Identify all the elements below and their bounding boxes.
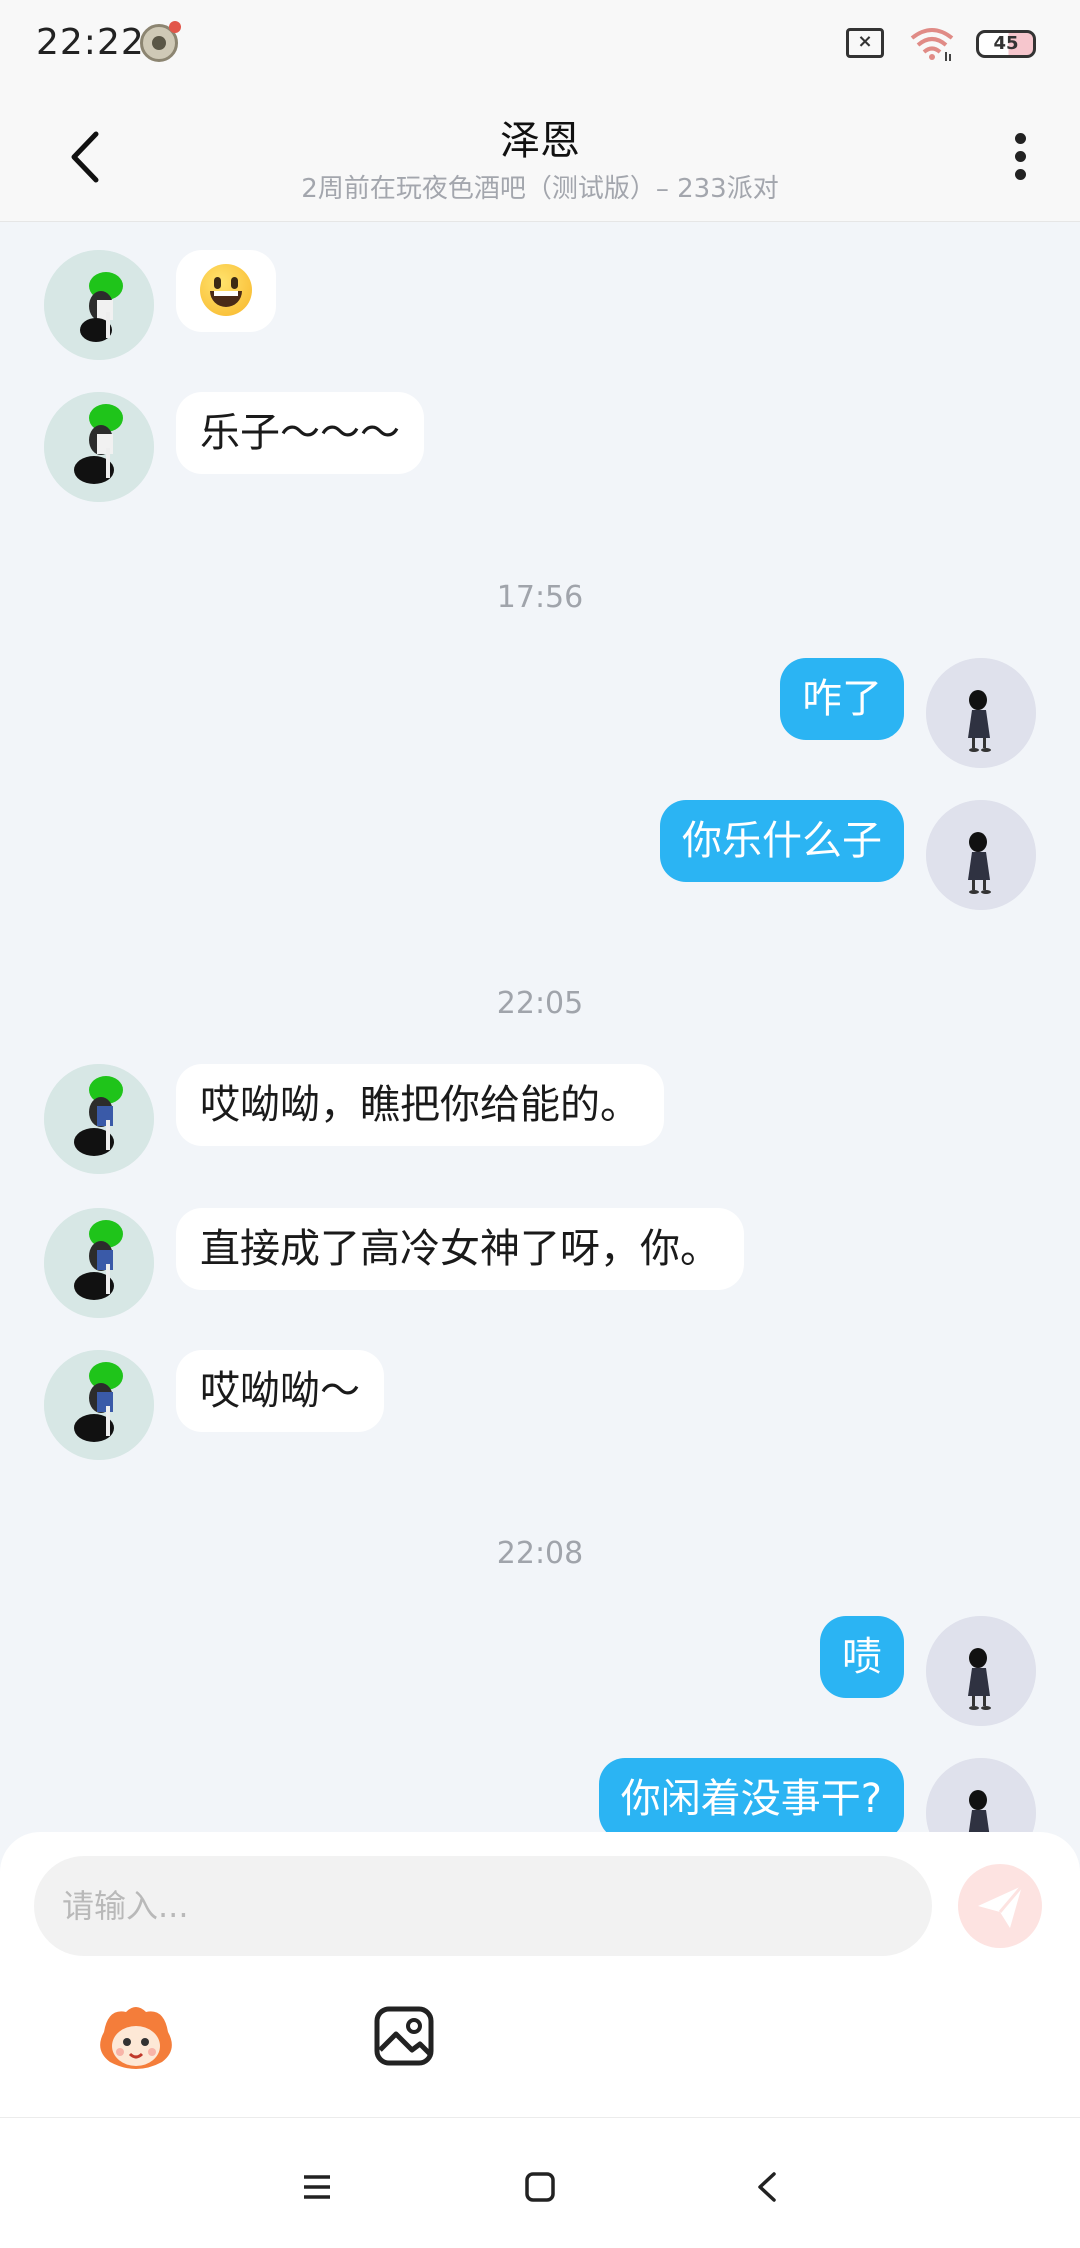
message-bubble[interactable]: 乐子～～～ — [176, 392, 424, 474]
user-avatar[interactable] — [926, 1758, 1036, 1832]
contact-name[interactable]: 泽恩 — [0, 108, 1080, 166]
dot-icon — [1014, 133, 1026, 144]
dot-icon — [1014, 151, 1026, 162]
green-hair-character-icon — [44, 392, 154, 502]
app-notification-icon — [140, 21, 181, 62]
contact-status: 2周前在玩夜色酒吧（测试版）– 233派对 — [301, 174, 779, 204]
message-row-incoming: 哎呦呦，瞧把你给能的。 — [0, 1064, 1080, 1174]
image-icon — [374, 2006, 434, 2066]
home-icon[interactable] — [515, 2162, 565, 2212]
menu-icon[interactable] — [292, 2162, 342, 2212]
mascot-emoji-icon — [100, 2007, 172, 2069]
message-bubble[interactable]: 啧 — [820, 1616, 904, 1698]
green-hair-character-icon — [44, 1064, 154, 1174]
contact-avatar[interactable] — [44, 1064, 154, 1174]
dark-hair-character-icon — [926, 1616, 1036, 1726]
contact-avatar[interactable] — [44, 392, 154, 502]
chat-header: 泽恩 2周前在玩夜色酒吧（测试版）– 233派对 — [0, 90, 1080, 222]
message-timestamp: 17:56 — [496, 580, 584, 615]
contact-avatar[interactable] — [44, 250, 154, 360]
wifi-icon — [910, 28, 954, 61]
user-avatar[interactable] — [926, 658, 1036, 768]
message-row-incoming: 直接成了高冷女神了呀，你。 — [0, 1208, 1080, 1318]
message-input[interactable] — [34, 1856, 932, 1956]
dark-hair-character-icon — [926, 658, 1036, 768]
contact-avatar[interactable] — [44, 1208, 154, 1318]
green-hair-character-icon — [44, 250, 154, 360]
message-row-outgoing: 你闲着没事干? — [0, 1758, 1080, 1832]
message-row-outgoing: 你乐什么子 — [0, 800, 1080, 910]
green-hair-character-icon — [44, 1208, 154, 1318]
grinning-face-emoji-icon — [200, 264, 252, 316]
message-bubble[interactable]: 咋了 — [780, 658, 904, 740]
battery-icon: 45 — [976, 30, 1036, 58]
message-bubble[interactable]: 你闲着没事干? — [598, 1758, 904, 1832]
message-row-incoming: 哎呦呦～ — [0, 1350, 1080, 1460]
dark-hair-character-icon — [926, 800, 1036, 910]
send-button[interactable] — [958, 1864, 1042, 1948]
paper-plane-icon — [978, 1885, 1024, 1928]
user-avatar[interactable] — [926, 1616, 1036, 1726]
message-composer — [0, 1832, 1080, 2118]
status-bar: 22:22 × 45 — [0, 0, 1080, 90]
more-options-button[interactable] — [1006, 128, 1034, 188]
dark-hair-character-icon — [926, 1758, 1036, 1832]
message-bubble[interactable]: 你乐什么子 — [660, 800, 904, 882]
no-sim-icon: × — [846, 28, 884, 58]
message-row-outgoing: 咋了 — [0, 658, 1080, 768]
message-bubble[interactable] — [176, 250, 276, 332]
system-nav-bar — [0, 2118, 1080, 2248]
message-list[interactable]: 乐子～～～ 17:56 咋了 你乐什么子 22:05 哎呦呦，瞧把你给能的。 直… — [0, 222, 1080, 1832]
green-hair-character-icon — [44, 1350, 154, 1460]
user-avatar[interactable] — [926, 800, 1036, 910]
emoji-button[interactable] — [94, 2002, 178, 2074]
message-timestamp: 22:08 — [496, 1536, 584, 1571]
message-timestamp: 22:05 — [496, 986, 584, 1021]
image-picker-button[interactable] — [372, 2004, 436, 2068]
message-row-incoming: 乐子～～～ — [0, 392, 1080, 502]
message-row-outgoing: 啧 — [0, 1616, 1080, 1726]
message-bubble[interactable]: 哎呦呦，瞧把你给能的。 — [176, 1064, 664, 1146]
dot-icon — [1014, 169, 1026, 180]
message-row-incoming — [0, 250, 1080, 360]
message-bubble[interactable]: 直接成了高冷女神了呀，你。 — [176, 1208, 744, 1290]
status-time: 22:22 — [36, 22, 145, 63]
message-bubble[interactable]: 哎呦呦～ — [176, 1350, 384, 1432]
contact-avatar[interactable] — [44, 1350, 154, 1460]
back-icon[interactable] — [742, 2162, 792, 2212]
